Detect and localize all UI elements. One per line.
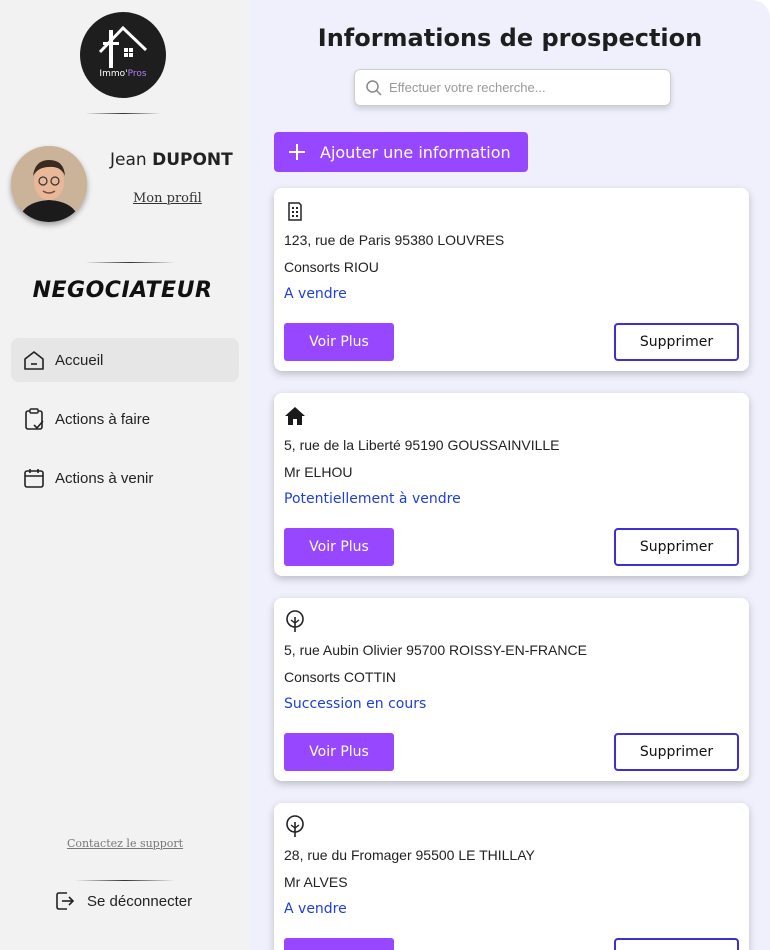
- tree-icon: [286, 815, 304, 837]
- user-name: Jean DUPONT: [110, 150, 233, 170]
- house-logo-icon: [98, 25, 148, 68]
- delete-button[interactable]: Supprimer: [614, 528, 739, 566]
- main-content: Informations de prospection Ajouter une …: [250, 0, 770, 950]
- building-icon: [288, 202, 302, 221]
- logout-label: Se déconnecter: [87, 892, 193, 910]
- add-information-button[interactable]: Ajouter une information: [274, 132, 528, 172]
- delete-button[interactable]: Supprimer: [614, 323, 739, 361]
- logout-button[interactable]: Se déconnecter: [55, 890, 192, 912]
- logo-text: Immo'Pros: [99, 69, 147, 79]
- prospect-card: 5, rue de la Liberté 95190 GOUSSAINVILLE…: [274, 393, 749, 576]
- delete-button[interactable]: Supprimer: [614, 938, 739, 950]
- avatar[interactable]: [11, 146, 87, 222]
- sidebar: Immo'Pros Jean DUPONT Mon profil NEGOCIA…: [0, 0, 250, 950]
- property-owner: Consorts COTTIN: [284, 669, 397, 685]
- profile-link[interactable]: Mon profil: [133, 191, 202, 206]
- see-more-button[interactable]: Voir Plus: [284, 733, 394, 771]
- page-title: Informations de prospection: [317, 24, 703, 52]
- nav-item-accueil[interactable]: Accueil: [11, 338, 239, 382]
- logout-icon: [56, 892, 75, 910]
- prospect-card: 123, rue de Paris 95380 LOUVRES Consorts…: [274, 188, 749, 371]
- property-owner: Mr ELHOU: [284, 464, 353, 480]
- clipboard-check-icon: [25, 408, 44, 430]
- calendar-icon: [24, 469, 44, 488]
- nav-item-actions-a-venir[interactable]: Actions à venir: [11, 456, 239, 500]
- plus-icon: [289, 144, 305, 160]
- search-box[interactable]: [354, 69, 671, 106]
- add-information-label: Ajouter une information: [320, 142, 511, 162]
- divider: [75, 880, 175, 881]
- see-more-button[interactable]: Voir Plus: [284, 528, 394, 566]
- support-link[interactable]: Contactez le support: [0, 837, 250, 850]
- app-logo[interactable]: Immo'Pros: [80, 12, 166, 98]
- house-icon: [285, 407, 305, 425]
- prospect-card: 28, rue du Fromager 95500 LE THILLAY Mr …: [274, 803, 749, 950]
- divider: [85, 262, 175, 263]
- property-owner: Mr ALVES: [284, 874, 348, 890]
- property-address: 5, rue de la Liberté 95190 GOUSSAINVILLE: [284, 437, 560, 453]
- nav-item-label: Actions à faire: [55, 410, 151, 428]
- tree-icon: [286, 610, 304, 632]
- nav-item-label: Actions à venir: [55, 469, 154, 487]
- user-role: NEGOCIATEUR: [32, 278, 213, 303]
- property-owner: Consorts RIOU: [284, 259, 379, 275]
- nav-item-label: Accueil: [55, 351, 104, 369]
- see-more-button[interactable]: Voir Plus: [284, 323, 394, 361]
- nav-item-actions-a-faire[interactable]: Actions à faire: [11, 397, 239, 441]
- prospect-card: 5, rue Aubin Olivier 95700 ROISSY-EN-FRA…: [274, 598, 749, 781]
- user-portrait-icon: [11, 146, 87, 222]
- property-status: Potentiellement à vendre: [284, 491, 461, 507]
- home-icon: [24, 351, 44, 370]
- property-status: A vendre: [284, 901, 347, 917]
- property-address: 28, rue du Fromager 95500 LE THILLAY: [284, 847, 535, 863]
- see-more-button[interactable]: Voir Plus: [284, 938, 394, 950]
- search-input[interactable]: [389, 80, 659, 95]
- property-status: A vendre: [284, 286, 347, 302]
- delete-button[interactable]: Supprimer: [614, 733, 739, 771]
- divider: [85, 113, 161, 114]
- property-address: 123, rue de Paris 95380 LOUVRES: [284, 232, 505, 248]
- property-status: Succession en cours: [284, 696, 427, 712]
- search-icon: [366, 79, 382, 96]
- property-address: 5, rue Aubin Olivier 95700 ROISSY-EN-FRA…: [284, 642, 587, 658]
